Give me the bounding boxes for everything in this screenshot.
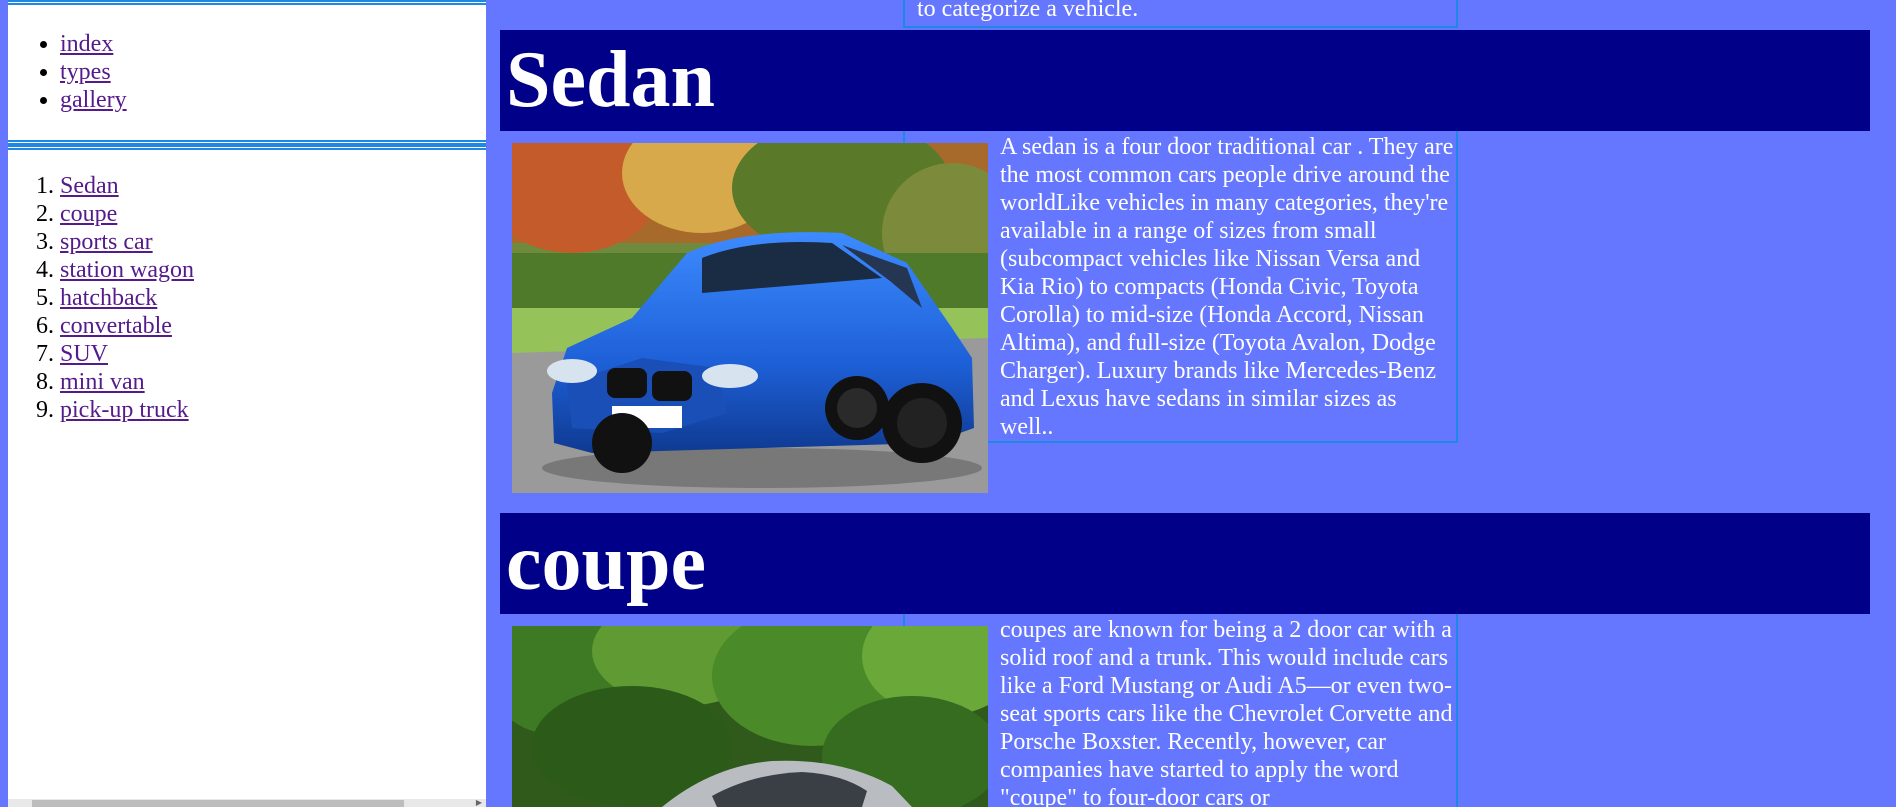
left-navigation-column: index types gallery Sedan coupe sports c… xyxy=(0,0,492,807)
sedan-car-image xyxy=(512,143,988,493)
scroll-right-arrow-icon[interactable]: ▶ xyxy=(476,799,482,807)
nav-item-types: types xyxy=(60,58,127,86)
nav-item-gallery: gallery xyxy=(60,86,127,114)
coupe-description: coupes are known for being a 2 door car … xyxy=(1000,617,1453,807)
types-item: station wagon xyxy=(60,256,194,284)
blue-sedan-photo-icon xyxy=(512,143,988,493)
types-link-mini-van[interactable]: mini van xyxy=(60,369,145,395)
types-menu-list: Sedan coupe sports car station wagon hat… xyxy=(8,172,194,424)
main-content-frame: to categorize a vehicle. Sedan A sedan i… xyxy=(492,0,1896,807)
nav-link-index[interactable]: index xyxy=(60,31,113,57)
section-title-coupe: coupe xyxy=(500,513,1870,614)
nav-link-types[interactable]: types xyxy=(60,59,111,85)
types-link-coupe[interactable]: coupe xyxy=(60,201,117,227)
types-item: hatchback xyxy=(60,284,194,312)
main-nav-list: index types gallery xyxy=(8,30,127,114)
top-nav-frame: index types gallery xyxy=(8,0,486,145)
nav-item-index: index xyxy=(60,30,127,58)
types-item: Sedan xyxy=(60,172,194,200)
types-link-hatchback[interactable]: hatchback xyxy=(60,285,157,311)
types-menu-frame: Sedan coupe sports car station wagon hat… xyxy=(8,145,486,807)
types-link-pickup-truck[interactable]: pick-up truck xyxy=(60,397,189,423)
types-item: coupe xyxy=(60,200,194,228)
types-link-suv[interactable]: SUV xyxy=(60,341,108,367)
sedan-description: A sedan is a four door traditional car .… xyxy=(1000,134,1454,440)
types-item: mini van xyxy=(60,368,194,396)
types-item: pick-up truck xyxy=(60,396,194,424)
types-link-station-wagon[interactable]: station wagon xyxy=(60,257,194,283)
coupe-car-image xyxy=(512,626,988,807)
types-link-sedan[interactable]: Sedan xyxy=(60,173,119,199)
types-link-convertable[interactable]: convertable xyxy=(60,313,172,339)
types-item: SUV xyxy=(60,340,194,368)
scrollbar-thumb[interactable] xyxy=(32,800,404,807)
nav-link-gallery[interactable]: gallery xyxy=(60,87,127,113)
intro-text: to categorize a vehicle. xyxy=(903,0,1458,28)
types-link-sports-car[interactable]: sports car xyxy=(60,229,153,255)
horizontal-scrollbar[interactable]: ▶ xyxy=(8,799,486,807)
silver-coupe-photo-icon xyxy=(512,626,988,807)
types-item: convertable xyxy=(60,312,194,340)
types-item: sports car xyxy=(60,228,194,256)
section-title-sedan: Sedan xyxy=(500,30,1870,131)
